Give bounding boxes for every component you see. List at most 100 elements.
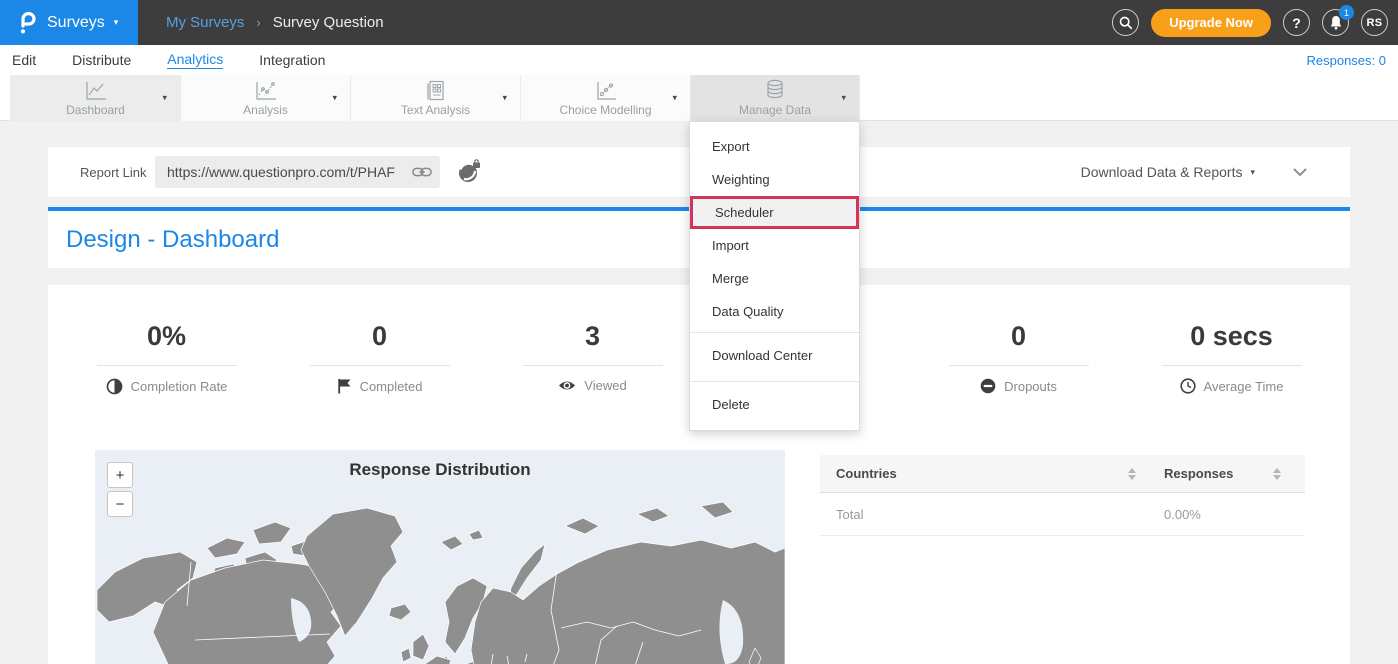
surveys-product-switcher[interactable]: Surveys ▾ — [0, 0, 138, 45]
stat-label-text: Completed — [360, 379, 423, 394]
page-title: Design - Dashboard — [66, 226, 279, 254]
menu-item-import[interactable]: Import — [690, 229, 859, 262]
stat-label-text: Viewed — [584, 378, 626, 393]
tab-label: Manage Data — [739, 103, 811, 117]
breadcrumb-separator: › — [256, 15, 260, 30]
menu-item-download-center[interactable]: Download Center — [690, 335, 859, 377]
tab-analysis[interactable]: Analysis ▾ — [180, 75, 350, 121]
analytics-toolbar: Dashboard ▾ Analysis ▾ — [0, 75, 1398, 121]
chevron-down-icon[interactable]: ▾ — [332, 93, 337, 104]
tab-manage-data[interactable]: Manage Data ▾ — [690, 75, 860, 121]
download-data-reports-label: Download Data & Reports — [1081, 164, 1243, 180]
link-icon[interactable] — [412, 165, 432, 179]
line-chart-icon — [84, 80, 108, 101]
tab-choice-modelling[interactable]: Choice Modelling ▾ — [520, 75, 690, 121]
tab-dashboard[interactable]: Dashboard ▾ — [10, 75, 180, 121]
map-zoom-in-button[interactable]: + — [107, 462, 133, 488]
questionpro-dashboard: Surveys ▾ My Surveys › Survey Question U… — [0, 0, 1398, 664]
world-map-graphic — [95, 450, 785, 664]
stat-divider — [1162, 365, 1302, 366]
chevron-down-icon[interactable]: ▾ — [162, 93, 167, 104]
manage-data-menu: Export Weighting Scheduler Import Merge … — [689, 121, 860, 431]
stat-viewed: 3 Viewed — [486, 321, 699, 395]
document-icon — [425, 80, 447, 101]
help-button[interactable]: ? — [1283, 9, 1310, 36]
tab-text-analysis[interactable]: Text Analysis ▾ — [350, 75, 520, 121]
nav-item-integration[interactable]: Integration — [259, 52, 325, 69]
menu-item-scheduler[interactable]: Scheduler — [690, 196, 859, 229]
map-title: Response Distribution — [95, 460, 785, 480]
stat-dropouts: 0 Dropouts — [912, 321, 1125, 395]
avatar-initials: RS — [1367, 17, 1383, 29]
report-link-input[interactable] — [155, 164, 412, 180]
stat-completion-rate: 0% Completion Rate — [60, 321, 273, 395]
chevron-down-icon: ▾ — [1250, 167, 1255, 178]
countries-table: Countries Responses Total 0.00% — [820, 455, 1305, 536]
user-avatar[interactable]: RS — [1361, 9, 1388, 36]
breadcrumb-my-surveys[interactable]: My Surveys — [166, 14, 244, 31]
menu-item-weighting[interactable]: Weighting — [690, 163, 859, 196]
row-responses-value: 0.00% — [1164, 507, 1201, 522]
nav-item-distribute[interactable]: Distribute — [72, 52, 131, 69]
nav-item-edit[interactable]: Edit — [12, 52, 36, 69]
top-header: Surveys ▾ My Surveys › Survey Question U… — [0, 0, 1398, 45]
globe-lock-icon — [456, 159, 482, 185]
menu-item-delete[interactable]: Delete — [690, 384, 859, 426]
tab-label: Analysis — [243, 103, 288, 117]
scatter-chart-icon — [594, 80, 618, 101]
stat-divider — [97, 365, 237, 366]
stat-label-text: Dropouts — [1004, 379, 1057, 394]
contrast-icon — [106, 378, 123, 395]
sort-icon[interactable] — [1273, 468, 1281, 480]
report-link-field — [155, 156, 440, 188]
menu-item-export[interactable]: Export — [690, 130, 859, 163]
notifications-button[interactable]: 1 — [1322, 9, 1349, 36]
breadcrumb: My Surveys › Survey Question — [166, 0, 384, 45]
breadcrumb-current: Survey Question — [273, 14, 384, 31]
tab-label: Choice Modelling — [559, 103, 651, 117]
download-data-reports-dropdown[interactable]: Download Data & Reports ▾ — [1081, 147, 1255, 197]
clock-icon — [1180, 378, 1196, 394]
table-row: Total 0.00% — [820, 493, 1305, 536]
stat-label-text: Completion Rate — [131, 379, 228, 394]
menu-item-data-quality[interactable]: Data Quality — [690, 295, 859, 328]
collapse-panel-toggle[interactable] — [1292, 164, 1308, 182]
row-country-total: Total — [836, 507, 863, 522]
nav-item-analytics[interactable]: Analytics — [167, 51, 223, 69]
chevron-down-icon[interactable]: ▾ — [841, 93, 846, 104]
column-responses: Responses — [1164, 466, 1233, 481]
search-button[interactable] — [1112, 9, 1139, 36]
stat-label-text: Average Time — [1204, 379, 1284, 394]
tab-label: Text Analysis — [401, 103, 470, 117]
menu-item-merge[interactable]: Merge — [690, 262, 859, 295]
chevron-down-icon[interactable]: ▾ — [672, 93, 677, 104]
report-visibility-toggle[interactable] — [456, 159, 482, 185]
analysis-chart-icon — [254, 80, 278, 101]
database-icon — [763, 79, 787, 101]
stat-value: 3 — [486, 321, 699, 352]
stat-value: 0 — [273, 321, 486, 352]
stat-value: 0% — [60, 321, 273, 352]
flag-icon — [337, 378, 352, 394]
tab-label: Dashboard — [66, 103, 125, 117]
map-zoom-controls: + − — [107, 462, 133, 517]
stat-value: 0 — [912, 321, 1125, 352]
sort-icon[interactable] — [1128, 468, 1136, 480]
chevron-down-icon: ▾ — [114, 17, 119, 28]
responses-count: Responses: 0 — [1307, 45, 1387, 75]
chevron-down-icon[interactable]: ▾ — [502, 93, 507, 104]
header-actions: Upgrade Now ? 1 RS — [1112, 0, 1388, 45]
table-header: Countries Responses — [820, 455, 1305, 493]
report-link-label: Report Link — [80, 147, 146, 197]
map-zoom-out-button[interactable]: − — [107, 491, 133, 517]
questionpro-logo-icon — [16, 11, 38, 35]
section-nav: Edit Distribute Analytics Integration Re… — [0, 45, 1398, 75]
notification-badge: 1 — [1339, 5, 1354, 20]
response-distribution-map[interactable]: Response Distribution + − — [95, 450, 785, 664]
eye-icon — [558, 379, 576, 392]
search-icon — [1118, 15, 1133, 30]
stat-divider — [523, 365, 663, 366]
stat-average-time: 0 secs Average Time — [1125, 321, 1338, 395]
stat-completed: 0 Completed — [273, 321, 486, 395]
upgrade-now-button[interactable]: Upgrade Now — [1151, 9, 1271, 37]
